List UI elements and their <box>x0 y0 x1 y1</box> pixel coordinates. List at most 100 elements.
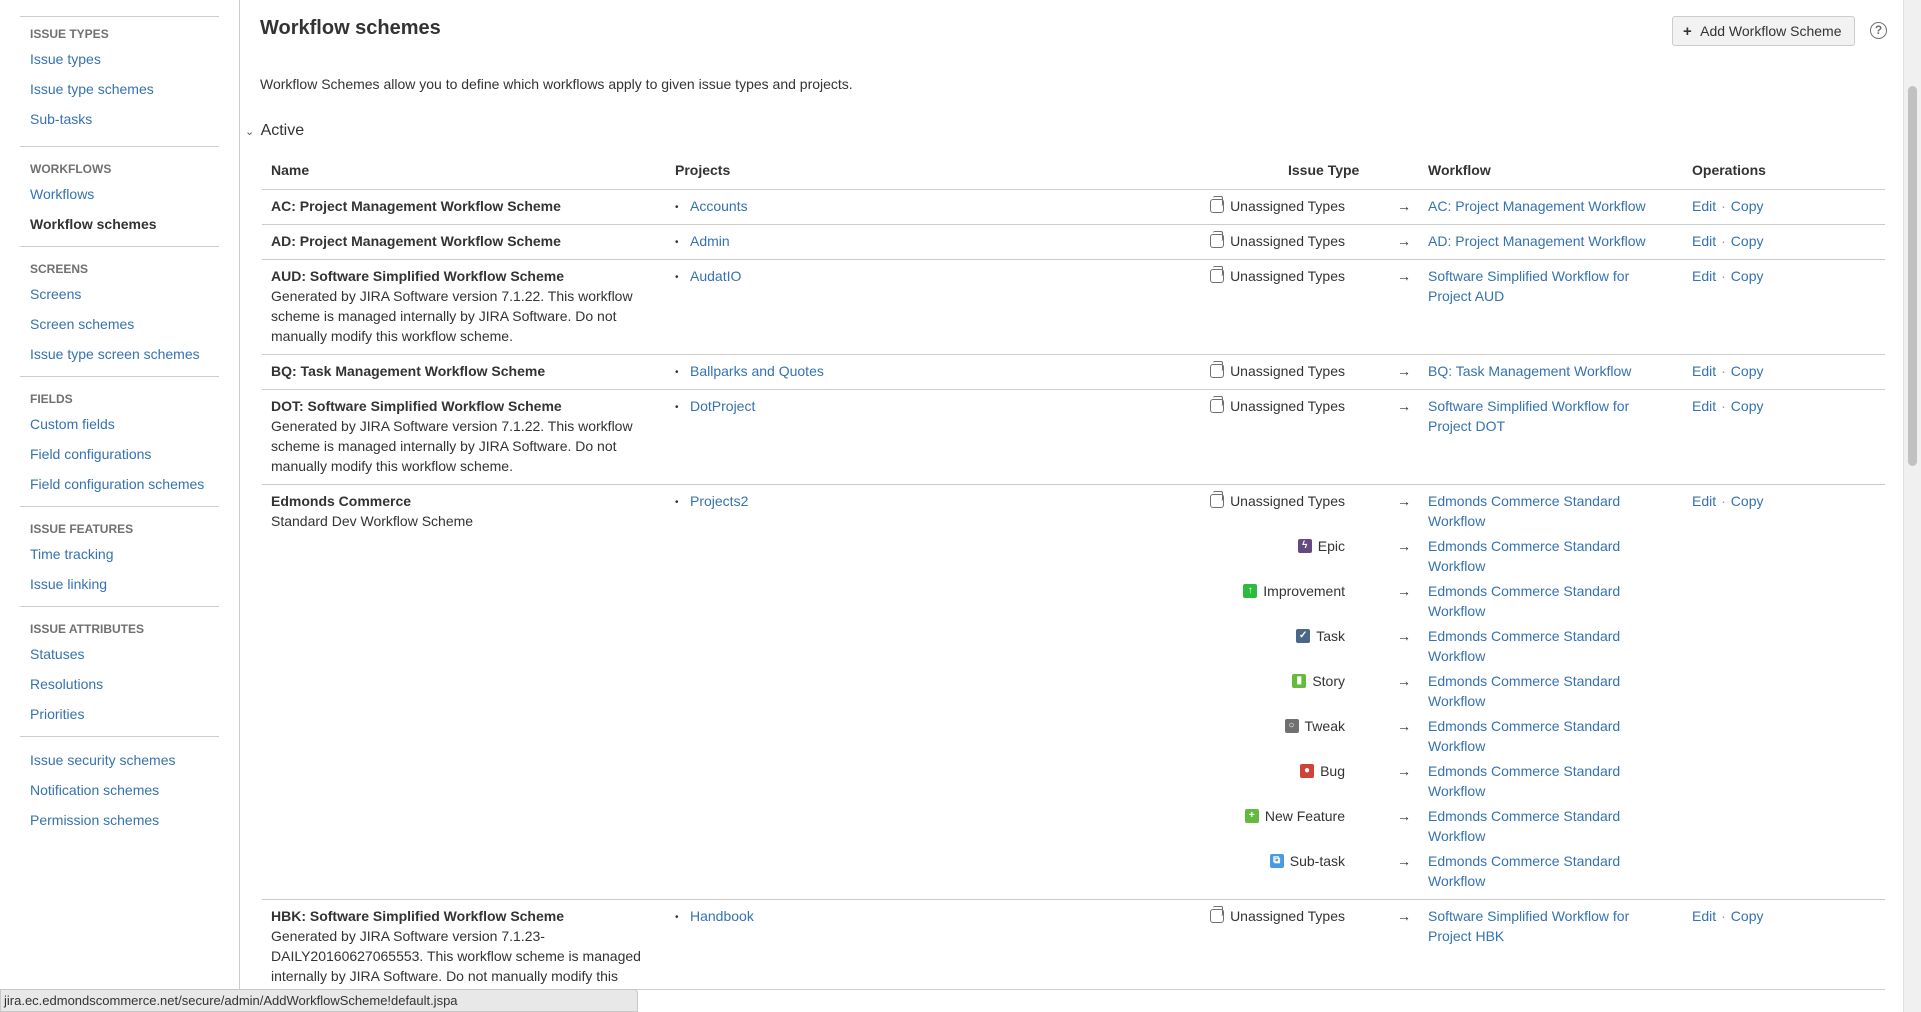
arrow-right-icon: → <box>1397 908 1411 924</box>
copy-link[interactable]: Copy <box>1731 908 1764 924</box>
sidebar-item-field-configuration-schemes[interactable]: Field configuration schemes <box>20 469 219 499</box>
issue-type-label: Unassigned Types <box>1230 233 1345 249</box>
active-section-toggle[interactable]: ⌄ Active <box>245 122 304 140</box>
add-workflow-scheme-button[interactable]: + Add Workflow Scheme <box>1672 16 1855 46</box>
issue-type-mapping: ● Bug → Edmonds Commerce Standard Workflow <box>262 755 1885 800</box>
sidebar-top-divider <box>20 16 219 17</box>
active-section-label: Active <box>260 122 305 139</box>
workflow-link[interactable]: Software Simplified Workflow for Project… <box>1428 396 1648 436</box>
workflow-link[interactable]: Edmonds Commerce Standard Workflow <box>1428 671 1648 711</box>
unassigned-icon <box>1210 266 1225 283</box>
workflow-link[interactable]: Edmonds Commerce Standard Workflow <box>1428 806 1648 846</box>
sidebar-item-priorities[interactable]: Priorities <box>20 699 219 729</box>
workflow-link[interactable]: Edmonds Commerce Standard Workflow <box>1428 761 1648 801</box>
issue-type-mapping: ✓ Task → Edmonds Commerce Standard Workflow <box>262 620 1885 665</box>
vertical-scrollbar[interactable] <box>1903 0 1921 1012</box>
workflow-link[interactable]: AC: Project Management Workflow <box>1428 196 1648 216</box>
workflow-link[interactable]: AD: Project Management Workflow <box>1428 231 1648 251</box>
arrow-right-icon: → <box>1397 853 1411 869</box>
copy-link[interactable]: Copy <box>1731 398 1764 414</box>
arrow-right-icon: → <box>1397 198 1411 214</box>
issue-type-label: Unassigned Types <box>1230 908 1345 924</box>
workflow-link[interactable]: Edmonds Commerce Standard Workflow <box>1428 536 1648 576</box>
workflow-link[interactable]: Software Simplified Workflow for Project… <box>1428 906 1648 946</box>
sidebar-item-custom-fields[interactable]: Custom fields <box>20 409 219 439</box>
edit-link[interactable]: Edit <box>1692 908 1716 924</box>
improvement-glyph: ↑ <box>1247 585 1253 596</box>
edit-link[interactable]: Edit <box>1692 233 1716 249</box>
task-glyph: ✓ <box>1299 630 1308 641</box>
sidebar-item-workflows[interactable]: Workflows <box>20 179 219 209</box>
sidebar-item-permission-schemes[interactable]: Permission schemes <box>20 805 219 835</box>
unassigned-icon <box>1210 196 1225 213</box>
workflow-link[interactable]: Edmonds Commerce Standard Workflow <box>1428 491 1648 531</box>
workflow-link[interactable]: Edmonds Commerce Standard Workflow <box>1428 851 1648 891</box>
issue-type-mapping: ○ Tweak → Edmonds Commerce Standard Workflo… <box>262 710 1885 755</box>
issue-type-label: Unassigned Types <box>1230 268 1345 284</box>
edit-link[interactable]: Edit <box>1692 398 1716 414</box>
workflow-link[interactable]: BQ: Task Management Workflow <box>1428 361 1648 381</box>
copy-link[interactable]: Copy <box>1731 233 1764 249</box>
copy-link[interactable]: Copy <box>1731 363 1764 379</box>
workflow-link[interactable]: Edmonds Commerce Standard Workflow <box>1428 716 1648 756</box>
copy-link[interactable]: Copy <box>1731 198 1764 214</box>
table-header: Name Projects Issue Type Workflow Operat… <box>262 156 1885 190</box>
sidebar-item-issue-types[interactable]: Issue types <box>20 44 219 74</box>
sidebar-item-screens[interactable]: Screens <box>20 279 219 309</box>
sidebar-group-schemes: Issue security schemes Notification schem… <box>20 745 219 835</box>
sidebar-item-workflow-schemes[interactable]: Workflow schemes <box>20 209 219 239</box>
issue-type-label: Improvement <box>1263 583 1345 599</box>
workflow-link[interactable]: Edmonds Commerce Standard Workflow <box>1428 626 1648 666</box>
sidebar-item-field-configurations[interactable]: Field configurations <box>20 439 219 469</box>
edit-link[interactable]: Edit <box>1692 493 1716 509</box>
bug-glyph: ● <box>1304 765 1311 776</box>
operations-cell: Edit · Copy <box>1692 266 1763 286</box>
scrollbar-thumb[interactable] <box>1908 86 1917 466</box>
separator-dot: · <box>1721 363 1726 379</box>
edit-link[interactable]: Edit <box>1692 198 1716 214</box>
workflow-link[interactable]: Software Simplified Workflow for Project… <box>1428 266 1648 306</box>
issue-type-label: Task <box>1316 628 1345 644</box>
sidebar-group-screens: SCREENS Screens Screen schemes Issue type s… <box>20 259 219 369</box>
sidebar-item-issue-type-schemes[interactable]: Issue type schemes <box>20 74 219 104</box>
tweak-icon: ○ <box>1284 719 1299 733</box>
column-header-workflow: Workflow <box>1428 162 1491 178</box>
issue-type: + New Feature <box>1244 806 1345 826</box>
copy-link[interactable]: Copy <box>1731 268 1764 284</box>
operations-cell: Edit · Copy <box>1692 196 1763 216</box>
sidebar-item-notification-schemes[interactable]: Notification schemes <box>20 775 219 805</box>
page-description: Workflow Schemes allow you to define whi… <box>260 76 853 92</box>
sidebar-item-screen-schemes[interactable]: Screen schemes <box>20 309 219 339</box>
issue-type: Unassigned Types <box>1210 196 1345 216</box>
table-row: HBK: Software Simplified Workflow Scheme… <box>262 900 1885 990</box>
unassigned-icon <box>1210 361 1225 378</box>
arrow-right-icon: → <box>1397 398 1411 414</box>
sidebar-group-issue-types: ISSUE TYPES Issue types Issue type schemes… <box>20 24 219 134</box>
sidebar-group-fields: FIELDS Custom fields Field configurations F… <box>20 389 219 499</box>
sidebar-divider <box>20 376 219 377</box>
add-workflow-scheme-label: Add Workflow Scheme <box>1700 23 1842 39</box>
column-header-issue-type: Issue Type <box>1288 162 1360 178</box>
sidebar-item-issue-linking[interactable]: Issue linking <box>20 569 219 599</box>
sidebar-item-issue-security-schemes[interactable]: Issue security schemes <box>20 745 219 775</box>
issue-type-mapping: ϟ Epic → Edmonds Commerce Standard Workflow <box>262 530 1885 575</box>
sidebar-item-time-tracking[interactable]: Time tracking <box>20 539 219 569</box>
help-icon[interactable]: ? <box>1870 22 1887 39</box>
table-row: DOT: Software Simplified Workflow Scheme… <box>262 390 1885 485</box>
epic-glyph: ϟ <box>1302 540 1308 551</box>
story-icon: ▮ <box>1292 674 1307 688</box>
sidebar-item-statuses[interactable]: Statuses <box>20 639 219 669</box>
sidebar-item-issue-type-screen-schemes[interactable]: Issue type screen schemes <box>20 339 219 369</box>
unassigned-icon <box>1210 396 1225 413</box>
sidebar-item-sub-tasks[interactable]: Sub-tasks <box>20 104 219 134</box>
edit-link[interactable]: Edit <box>1692 363 1716 379</box>
issue-type: Unassigned Types <box>1210 491 1345 511</box>
table-row: Edmonds Commerce Standard Dev Workflow Sc… <box>262 485 1885 900</box>
issue-type-label: Story <box>1312 673 1345 689</box>
workflow-link[interactable]: Edmonds Commerce Standard Workflow <box>1428 581 1648 621</box>
copy-link[interactable]: Copy <box>1731 493 1764 509</box>
sidebar-item-resolutions[interactable]: Resolutions <box>20 669 219 699</box>
separator-dot: · <box>1721 398 1726 414</box>
edit-link[interactable]: Edit <box>1692 268 1716 284</box>
epic-icon: ϟ <box>1297 539 1312 553</box>
